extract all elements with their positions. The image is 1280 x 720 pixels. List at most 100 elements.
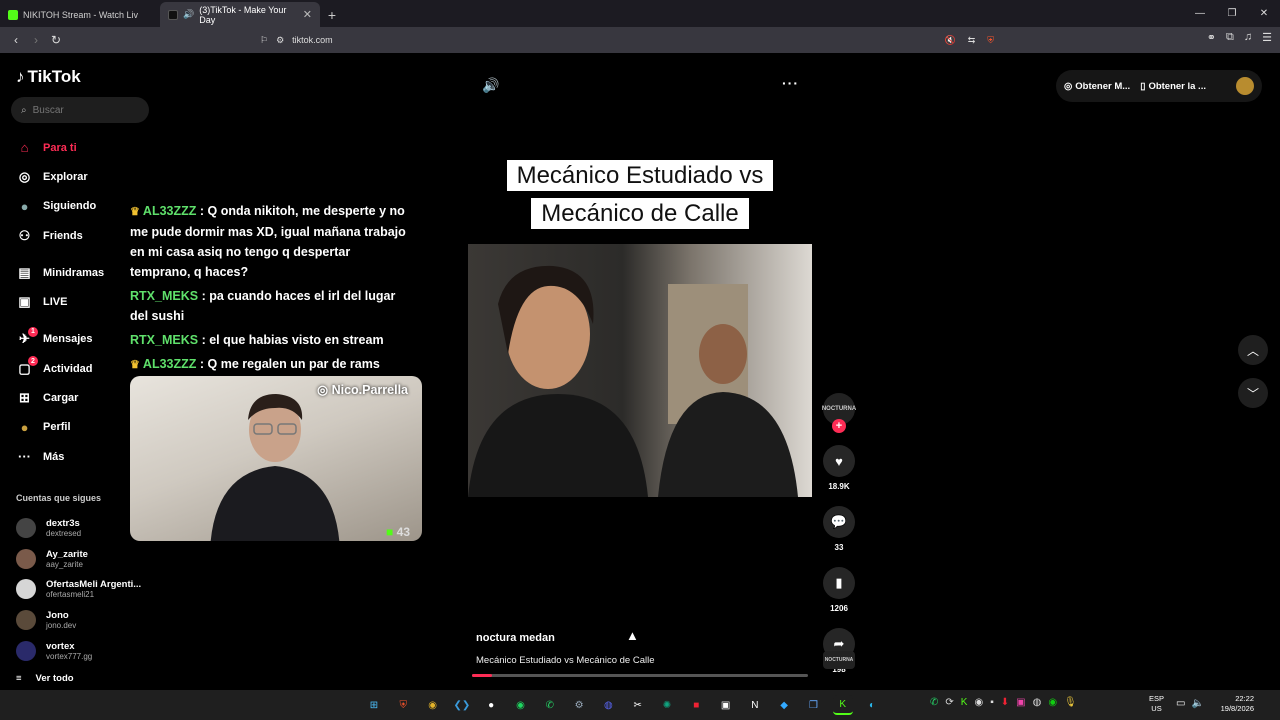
get-app-button[interactable]: ▯ Obtener la ... — [1140, 81, 1206, 92]
whatsapp-tray-icon[interactable]: ✆ — [930, 697, 938, 708]
vpn-icon[interactable]: ⚭ — [1207, 31, 1216, 44]
app-window-icon[interactable]: ❒ — [803, 695, 823, 715]
sidebar-item-label: Cargar — [43, 392, 79, 405]
comment-button[interactable]: 💬 — [823, 506, 855, 538]
clock[interactable]: 22:22 19/8/2026 — [1212, 694, 1254, 714]
sidebar-item-cargar[interactable]: ⊞ Cargar — [16, 383, 136, 412]
music-icon[interactable]: ♫ — [1244, 31, 1252, 44]
whatsapp-icon[interactable]: ✆ — [540, 695, 560, 715]
app-red-icon[interactable]: ■ — [686, 695, 706, 715]
kick-app-icon[interactable]: K — [832, 695, 853, 715]
brave-shield-icon[interactable]: ⛨ — [987, 35, 994, 46]
discord-icon[interactable]: ◍ — [598, 695, 618, 715]
sidebar-item-más[interactable]: ··· Más — [16, 442, 136, 471]
account-handle: aay_zarite — [46, 559, 83, 569]
sidebar-item-actividad[interactable]: ▢ 2 Actividad — [16, 354, 136, 383]
mute-icon[interactable]: 🔇 — [944, 35, 955, 46]
chrome-tray-icon[interactable]: ◉ — [974, 697, 983, 708]
like-button[interactable]: ♥ — [823, 445, 855, 477]
forward-icon[interactable]: › — [26, 33, 46, 47]
sidebar-item-siguiendo[interactable]: ● Siguiendo — [16, 192, 136, 221]
get-coins-button[interactable]: ◎ Obtener M... — [1064, 81, 1130, 92]
following-account[interactable]: Jono jono.dev — [16, 605, 146, 636]
site-info-icon[interactable]: ⚙ — [276, 35, 284, 46]
search-input[interactable] — [32, 104, 133, 116]
sidebar-item-live[interactable]: ▣ LIVE — [16, 287, 136, 316]
sync-tray-icon[interactable]: ⟳ — [945, 697, 953, 708]
xbox-tray-icon[interactable]: ◉ — [1048, 697, 1057, 708]
following-account[interactable]: Ay_zarite aay_zarite — [16, 544, 146, 575]
discord-tray-icon[interactable]: ◍ — [1033, 697, 1042, 708]
translate-icon[interactable]: ⇆ — [968, 35, 976, 46]
app2-tray-icon[interactable]: ▣ — [1016, 697, 1025, 708]
kick-tray-icon[interactable]: K — [961, 697, 968, 708]
capcut-icon[interactable]: ✂ — [628, 695, 648, 715]
chrome-icon[interactable]: ◉ — [423, 695, 443, 715]
vscode-icon[interactable]: ❮❯ — [452, 695, 472, 715]
extensions-icon[interactable]: ⧉ — [1226, 31, 1234, 44]
video-progress-bar[interactable] — [472, 674, 808, 677]
audio-icon[interactable]: 🔊 — [183, 9, 194, 20]
sidebar-item-perfil[interactable]: ● Perfil — [16, 413, 136, 442]
upload-icon: ⊞ — [19, 390, 30, 406]
tab-nikitoh[interactable]: NIKITOH Stream - Watch Live on — [0, 2, 160, 27]
save-button[interactable]: ▮ — [823, 567, 855, 599]
chat-message: ♛ AL33ZZZ : Q onda nikitoh, me desperte … — [130, 201, 410, 282]
tiktok-logo[interactable]: ♪ TikTok — [16, 67, 81, 87]
tab-tiktok[interactable]: 🔊 (3)TikTok - Make Your Day ✕ — [160, 2, 320, 27]
sidebar-item-friends[interactable]: ⚇ Friends — [16, 221, 136, 250]
following-account[interactable]: dextr3s dextresed — [16, 513, 146, 544]
language-indicator[interactable]: ESP US — [1149, 694, 1164, 714]
restore-icon[interactable]: ❐ — [1216, 0, 1248, 27]
minimize-icon[interactable]: — — [1184, 0, 1216, 27]
previous-video-button[interactable]: ︿ — [1238, 335, 1268, 365]
tab-title: NIKITOH Stream - Watch Live on — [23, 9, 138, 20]
sidebar-item-explorar[interactable]: ◎ Explorar — [16, 162, 136, 191]
next-video-button[interactable]: ﹀ — [1238, 378, 1268, 408]
following-account[interactable]: OfertasMeli Argenti... ofertasmeli21 — [16, 574, 146, 605]
mic-tray-icon[interactable]: 🎙 — [1064, 697, 1077, 708]
edge-icon[interactable]: ◐ — [862, 695, 882, 715]
volume-icon[interactable]: 🔊 — [482, 77, 499, 94]
top-right-bar: ◎ Obtener M... ▯ Obtener la ... — [1056, 70, 1262, 102]
counter-value: 43 — [396, 525, 410, 539]
notion-icon[interactable]: N — [745, 695, 765, 715]
sidebar-item-label: Siguiendo — [43, 200, 97, 213]
epic-icon[interactable]: ▣ — [716, 695, 736, 715]
github-icon[interactable]: ● — [481, 695, 501, 715]
sidebar-item-para-ti[interactable]: ⌂ Para ti — [16, 133, 136, 162]
video-player[interactable] — [468, 244, 812, 497]
follow-plus-icon[interactable]: + — [832, 419, 846, 433]
back-icon[interactable]: ‹ — [6, 33, 26, 47]
search-box[interactable]: ⌕ — [11, 97, 149, 123]
close-tab-icon[interactable]: ✕ — [303, 8, 312, 21]
see-all-button[interactable]: ≡ Ver todo — [16, 673, 74, 684]
status-icons[interactable]: ▭ 🔈 — [1176, 698, 1204, 709]
spotify-icon[interactable]: ◉ — [510, 695, 530, 715]
steam-icon[interactable]: ⚙ — [569, 695, 589, 715]
close-window-icon[interactable]: ✕ — [1248, 0, 1280, 27]
brave-icon[interactable]: ⛨ — [393, 695, 413, 715]
sidebar-item-minidramas[interactable]: ▤ Minidramas — [16, 258, 136, 287]
caption-line-2: Mecánico de Calle — [531, 198, 749, 229]
account-text: OfertasMeli Argenti... ofertasmeli21 — [46, 579, 141, 599]
reload-icon[interactable]: ↻ — [46, 33, 66, 47]
sidebar-item-mensajes[interactable]: ✈ 1 Mensajes — [16, 325, 136, 354]
video-author[interactable]: noctura medan — [476, 632, 555, 644]
chatgpt-icon[interactable]: ✺ — [657, 695, 677, 715]
following-account[interactable]: vortex vortex777.gg — [16, 635, 146, 666]
more-options-icon[interactable]: ··· — [782, 75, 799, 91]
app-tray-icon[interactable]: ▪ — [990, 697, 994, 708]
app-blue-icon[interactable]: ◆ — [774, 695, 794, 715]
download-tray-icon[interactable]: ⬇ — [1001, 697, 1009, 708]
menu-icon[interactable]: ☰ — [1262, 31, 1272, 44]
new-tab-button[interactable]: + — [320, 2, 344, 27]
bookmark-icon[interactable]: ⚐ — [260, 35, 268, 46]
music-disc[interactable]: NOCTURNA — [823, 651, 855, 669]
search-icon: ⌕ — [21, 104, 27, 116]
user-avatar[interactable] — [1236, 77, 1254, 95]
account-name: Jono — [46, 610, 69, 622]
address-bar[interactable]: ⚐ ⚙ tiktok.com 🔇 ⇆ ⛨ — [256, 30, 1000, 50]
creator-avatar[interactable]: NOCTURNA + — [822, 393, 856, 433]
start-icon[interactable]: ⊞ — [364, 695, 384, 715]
